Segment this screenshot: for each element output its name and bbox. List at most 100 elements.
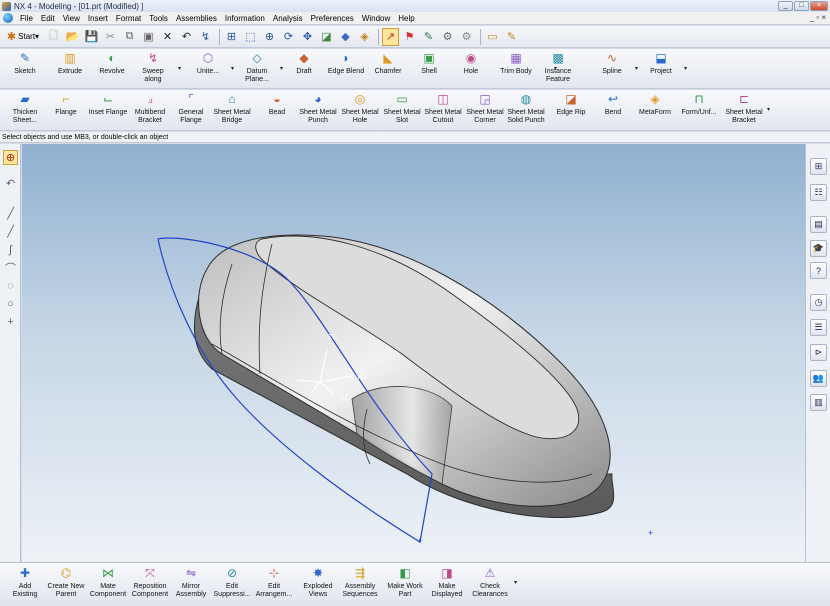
reposition-button[interactable]: ⤧ Reposition Component	[127, 566, 173, 599]
start-button[interactable]: ✱ Start▾	[3, 28, 43, 46]
analysis-icon[interactable]: ✎	[420, 28, 437, 46]
mate-button[interactable]: ⋈ Mate Component	[85, 566, 131, 599]
check-clearances-button[interactable]: ⚠ Check Clearances	[467, 566, 513, 599]
metaform-button[interactable]: ◈ MetaForm	[632, 92, 678, 117]
minimize-button[interactable]: _	[778, 1, 793, 11]
menu-tools[interactable]: Tools	[145, 14, 172, 23]
multibend-button[interactable]: ⟓ Multibend Bracket	[127, 92, 173, 125]
dropdown-caret-icon[interactable]: ▾	[178, 65, 181, 72]
shell-button[interactable]: ▣ Shell	[406, 51, 452, 76]
history-icon[interactable]: ◷	[810, 294, 827, 311]
form-unform-button[interactable]: ⊓ Form/Unf...	[676, 92, 722, 117]
menu-analysis[interactable]: Analysis	[269, 14, 307, 23]
menu-format[interactable]: Format	[112, 14, 145, 23]
unite-button[interactable]: ⬡ Unite...	[185, 51, 231, 76]
fit-icon[interactable]: ⊞	[223, 28, 240, 46]
create-parent-button[interactable]: ⌬ Create New Parent	[43, 566, 89, 599]
trim-body-button[interactable]: ▦ Trim Body	[493, 51, 539, 76]
new-icon[interactable]: 🗋	[45, 28, 62, 46]
snap-point-icon[interactable]: ⚑	[401, 28, 418, 46]
menu-window[interactable]: Window	[358, 14, 394, 23]
delete-icon[interactable]: ✕	[159, 28, 176, 46]
menu-assemblies[interactable]: Assemblies	[172, 14, 221, 23]
extrude-button[interactable]: ▥ Extrude	[47, 51, 93, 76]
part-navigator-icon[interactable]: ☷	[810, 184, 827, 201]
edit-arrangement-button[interactable]: ⊹ Edit Arrangem...	[251, 566, 297, 599]
make-displayed-button[interactable]: ◨ Make Displayed	[424, 566, 470, 599]
draft-button[interactable]: ◆ Draft	[281, 51, 327, 76]
exploded-views-button[interactable]: ✸ Exploded Views	[295, 566, 341, 599]
measure-icon[interactable]: ⚙	[439, 28, 456, 46]
dropdown-caret-icon[interactable]: ▾	[684, 65, 687, 72]
menu-edit[interactable]: Edit	[37, 14, 59, 23]
add-existing-button[interactable]: ✚ Add Existing	[2, 566, 48, 599]
orient-view-icon[interactable]: ◪	[318, 28, 335, 46]
select-filter-icon[interactable]: ↗	[382, 27, 399, 46]
cut-icon[interactable]: ✂	[102, 28, 119, 46]
training-icon[interactable]: 🎓	[810, 240, 827, 257]
sm-hole-button[interactable]: ◎ Sheet Metal Hole	[337, 92, 383, 125]
wcs-icon[interactable]: ⚙	[458, 28, 475, 46]
graphics-window[interactable]: ZC YC XC + +	[22, 144, 805, 562]
project-button[interactable]: ⬓ Project	[638, 51, 684, 76]
menu-information[interactable]: Information	[221, 14, 269, 23]
repeat-command-icon[interactable]: ↯	[197, 28, 214, 46]
arc-tool-icon[interactable]: ⌒	[3, 260, 18, 275]
menu-insert[interactable]: Insert	[84, 14, 112, 23]
dropdown-caret-icon[interactable]: ▾	[280, 65, 283, 72]
sequences-button[interactable]: ⇶ Assembly Sequences	[337, 566, 383, 599]
arc-tool-icon[interactable]: ∫	[3, 242, 18, 257]
corner-button[interactable]: ◲ Sheet Metal Corner	[462, 92, 508, 125]
maximize-button[interactable]: □	[794, 1, 809, 11]
assembly-navigator-icon[interactable]: ⊞	[810, 158, 827, 175]
instance-feature-button[interactable]: ▩ Instance Feature	[535, 51, 581, 84]
web-browser-icon[interactable]: ⊳	[810, 344, 827, 361]
nx-menu-icon[interactable]	[3, 13, 13, 23]
dropdown-caret-icon[interactable]: ▾	[767, 106, 770, 113]
solid-punch-button[interactable]: ◍ Sheet Metal Solid Punch	[503, 92, 549, 125]
inset-flange-button[interactable]: ⌙ Inset Flange	[85, 92, 131, 117]
flange-button[interactable]: ⌐ Flange	[43, 92, 89, 117]
save-icon[interactable]: 💾	[83, 28, 100, 46]
point-tool-icon[interactable]: +	[3, 314, 18, 329]
circle-tool-icon[interactable]: ◌	[3, 278, 18, 293]
model-view[interactable]: ZC YC XC + +	[22, 144, 805, 562]
help-icon[interactable]: ?	[810, 262, 827, 279]
close-button[interactable]: ×	[810, 1, 828, 11]
bridge-button[interactable]: ⌂ Sheet Metal Bridge	[209, 92, 255, 125]
revolve-button[interactable]: ◐ Revolve	[89, 51, 135, 76]
menu-view[interactable]: View	[59, 14, 84, 23]
zoom-window-icon[interactable]: ⬚	[242, 28, 259, 46]
undo-icon[interactable]: ↶	[178, 28, 195, 46]
bracket-button[interactable]: ⊏ Sheet Metal Bracket	[721, 92, 767, 125]
bend-button[interactable]: ↩ Bend	[590, 92, 636, 117]
line-tool-icon[interactable]: ╱	[3, 206, 18, 221]
zoom-icon[interactable]: ⊕	[261, 28, 278, 46]
menu-file[interactable]: File	[16, 14, 37, 23]
select-edge-icon[interactable]: ↶	[3, 176, 18, 191]
sketch-button[interactable]: ✎ Sketch	[2, 51, 48, 76]
sweep-button[interactable]: ↯ Sweep along	[130, 51, 176, 84]
rotate-icon[interactable]: ⟳	[280, 28, 297, 46]
paste-icon[interactable]: ▣	[140, 28, 157, 46]
menu-preferences[interactable]: Preferences	[307, 14, 358, 23]
reuse-library-icon[interactable]: ☰	[810, 319, 827, 336]
general-flange-button[interactable]: ⌜ General Flange	[168, 92, 214, 125]
menu-help[interactable]: Help	[394, 14, 418, 23]
display-mode-icon[interactable]: ◆	[337, 28, 354, 46]
dropdown-caret-icon[interactable]: ▾	[554, 65, 557, 72]
punch-button[interactable]: ◕ Sheet Metal Punch	[295, 92, 341, 125]
line-icon[interactable]: ▭	[484, 28, 501, 46]
thicken-button[interactable]: ▰ Thicken Sheet...	[2, 92, 48, 125]
dropdown-caret-icon[interactable]: ▾	[231, 65, 234, 72]
edit-suppression-button[interactable]: ⊘ Edit Suppressi...	[209, 566, 255, 599]
dropdown-caret-icon[interactable]: ▾	[635, 65, 638, 72]
circle-tool-icon[interactable]: ○	[3, 296, 18, 311]
line-tool-icon[interactable]: ╱	[3, 224, 18, 239]
edge-blend-button[interactable]: ◗ Edge Blend	[323, 51, 369, 76]
make-work-part-button[interactable]: ◧ Make Work Part	[382, 566, 428, 599]
select-general-icon[interactable]: ⊕	[3, 150, 18, 165]
roles-icon[interactable]: 👥	[810, 370, 827, 387]
hole-button[interactable]: ◉ Hole	[448, 51, 494, 76]
cutout-button[interactable]: ◫ Sheet Metal Cutout	[420, 92, 466, 125]
